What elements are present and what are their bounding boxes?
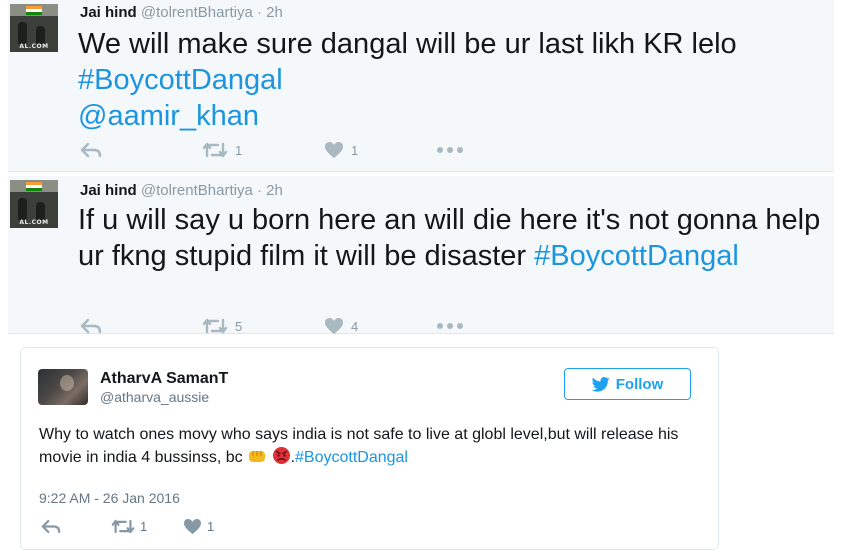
like-button[interactable]: 1	[324, 140, 358, 160]
mention-link[interactable]: @aamir_khan	[78, 100, 259, 132]
avatar[interactable]: AL.COM	[10, 180, 58, 228]
tweet-body: We will make sure dangal will be ur last…	[78, 28, 737, 60]
retweet-count: 5	[235, 318, 243, 334]
fist-emoji-icon	[249, 451, 266, 462]
author-handle[interactable]: @atharva_aussie	[100, 389, 209, 405]
flag-icon	[26, 182, 42, 191]
retweet-icon	[202, 142, 228, 158]
heart-icon	[184, 518, 201, 534]
heart-icon	[325, 318, 343, 334]
reply-button[interactable]	[80, 316, 102, 336]
reply-icon	[80, 142, 102, 158]
reply-button[interactable]	[80, 140, 102, 160]
follow-label: Follow	[615, 375, 664, 393]
reply-icon	[80, 318, 102, 334]
tweet-text: We will make sure dangal will be ur last…	[78, 26, 828, 134]
retweet-button[interactable]: 5	[202, 316, 242, 336]
hashtag-link[interactable]: #BoycottDangal	[78, 64, 283, 96]
flag-icon	[26, 6, 42, 15]
retweet-button[interactable]: 1	[202, 140, 242, 160]
retweet-count: 1	[235, 142, 243, 158]
tweet-card[interactable]: AL.COM Jai hind @tolrentBhartiya · 2h We…	[8, 0, 834, 172]
tweet-time[interactable]: 2h	[266, 4, 283, 21]
tweet-time[interactable]: 2h	[266, 182, 283, 199]
like-count: 1	[351, 142, 359, 158]
retweet-icon	[111, 519, 135, 533]
hashtag-link[interactable]: #BoycottDangal	[295, 449, 408, 466]
tweet-text: If u will say u born here an will die he…	[78, 202, 828, 274]
more-icon	[437, 147, 463, 153]
like-button[interactable]: 4	[324, 316, 358, 336]
follow-button[interactable]: Follow	[564, 368, 691, 400]
author-handle[interactable]: @tolrentBhartiya	[141, 182, 253, 199]
more-icon	[437, 323, 463, 329]
angry-face-emoji-icon	[272, 447, 290, 464]
tweet-text: Why to watch ones movy who says india is…	[39, 424, 709, 469]
separator: ·	[256, 182, 262, 199]
tweet-card[interactable]: AL.COM Jai hind @tolrentBhartiya · 2h If…	[8, 176, 834, 334]
tweet-header: Jai hind @tolrentBhartiya · 2h	[80, 182, 283, 200]
twitter-bird-icon	[591, 376, 610, 392]
like-count: 1	[207, 518, 215, 534]
hashtag-link[interactable]: #BoycottDangal	[534, 240, 739, 272]
retweet-button[interactable]: 1	[111, 516, 147, 536]
retweet-icon	[202, 318, 228, 334]
like-count: 4	[351, 318, 359, 334]
avatar[interactable]	[38, 369, 88, 405]
avatar-caption: AL.COM	[19, 43, 49, 50]
more-button[interactable]	[436, 140, 464, 160]
author-name[interactable]: AtharvA SamanT	[100, 370, 228, 388]
reply-button[interactable]	[41, 516, 61, 536]
author-name[interactable]: Jai hind	[80, 182, 137, 199]
retweet-count: 1	[140, 518, 148, 534]
author-handle[interactable]: @tolrentBhartiya	[141, 4, 253, 21]
like-button[interactable]: 1	[183, 516, 214, 536]
tweet-timestamp[interactable]: 9:22 AM - 26 Jan 2016	[39, 490, 180, 506]
separator: ·	[256, 4, 262, 21]
avatar-caption: AL.COM	[19, 219, 49, 226]
tweet-header: Jai hind @tolrentBhartiya · 2h	[80, 4, 283, 22]
more-button[interactable]	[436, 316, 464, 336]
heart-icon	[325, 142, 343, 158]
author-name[interactable]: Jai hind	[80, 4, 137, 21]
embedded-tweet-card[interactable]: AtharvA SamanT @atharva_aussie Follow Wh…	[20, 347, 719, 550]
avatar[interactable]: AL.COM	[10, 4, 58, 52]
reply-icon	[41, 519, 61, 533]
